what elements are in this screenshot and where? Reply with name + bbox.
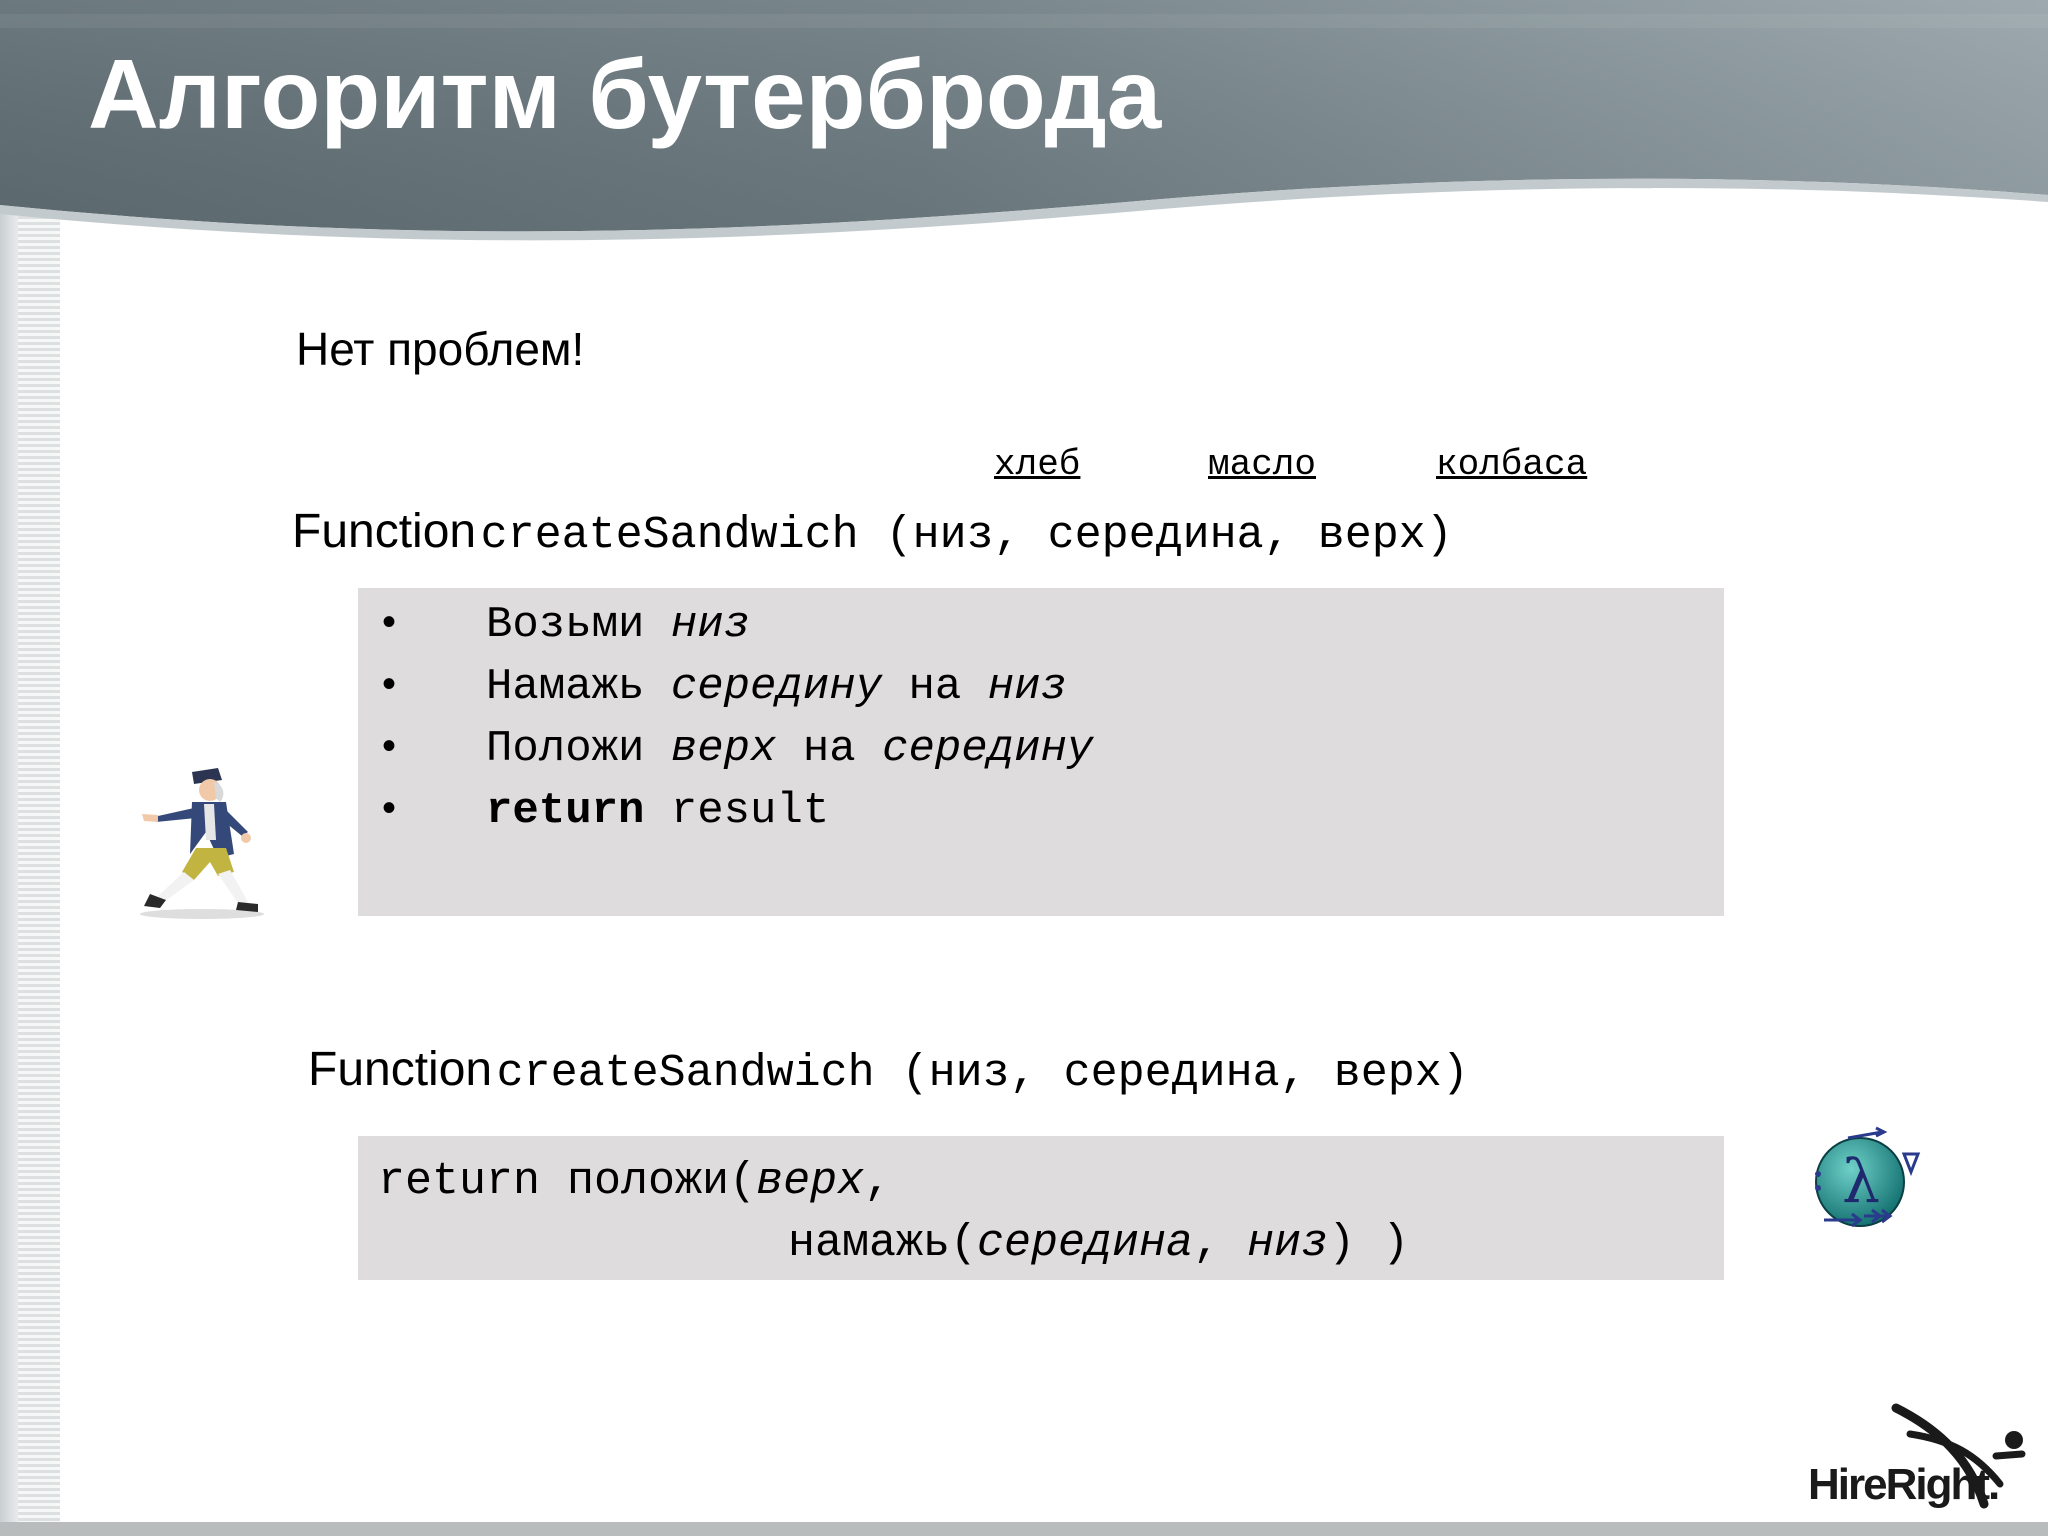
step-text: Намажь середину на низ [486,662,1067,712]
text-segment: return [486,786,645,836]
steps-box: • Возьми низ • Намажь середину на низ • Полож… [358,588,1724,916]
text-segment: Возьми [486,600,671,650]
bullet: • [382,724,397,768]
step-text: Возьми низ [486,600,750,650]
function-signature-2: Function createSandwich (низ, середина, … [308,1042,1469,1099]
text-segment: Намажь [486,662,671,712]
text-segment: низ [1247,1218,1329,1269]
code-box: return положи(верх, намажь(середина, низ… [358,1136,1724,1280]
brand-name: HireRight. [1808,1460,2000,1509]
text-segment: , [1193,1218,1248,1269]
step-text: Положи верх на середину [486,724,1093,774]
slide-title: Алгоритм бутерброда [88,39,1162,149]
text-segment: низ [987,662,1067,712]
text-segment: низ [670,600,751,650]
text-segment: середину [670,662,883,712]
lambda-logo-icon: λ [1815,1126,1921,1228]
step-text: return result [486,786,829,836]
code-line-1: return положи(верх, [378,1156,891,1207]
text-segment: Положи [486,724,671,774]
text-segment: на [882,662,988,712]
text-segment: намажь( [788,1218,978,1269]
text-segment: на [776,724,883,774]
text-segment: result [644,786,830,836]
function-signature-text: createSandwich (низ, середина, верх) [480,510,1453,561]
function-signature-text: createSandwich (низ, середина, верх) [496,1048,1469,1099]
parameter-labels: хлеб масло колбаса [0,444,2048,494]
param-label-sausage: колбаса [1436,444,1588,485]
bullet: • [382,600,397,644]
walking-man-figure [140,768,264,919]
function-signature-1: Function createSandwich (низ, середина, … [292,504,1453,561]
slide: Алгоритм бутерброда Нет проблем! хлеб ма… [0,0,2048,1536]
text-segment: середину [882,724,1094,774]
text-segment: верх [670,724,777,774]
bullet: • [382,786,397,830]
text-segment: середина [977,1218,1194,1269]
param-label-butter: масло [1208,444,1317,485]
bullet: • [382,662,397,706]
text-segment: , [864,1156,892,1207]
hireright-logo: HireRight. [1800,1400,2030,1520]
code-line-2: намажь(середина, низ) ) [788,1218,1409,1269]
function-keyword: Function [308,1043,493,1096]
param-label-bread: хлеб [994,444,1081,485]
bottom-bar [0,1522,2048,1536]
function-keyword: Function [292,505,477,558]
intro-text: Нет проблем! [296,323,585,375]
text-segment: верх [756,1156,865,1207]
svg-text:λ: λ [1842,1147,1880,1217]
text-segment: ) ) [1328,1218,1410,1269]
text-segment: return положи( [378,1156,757,1207]
